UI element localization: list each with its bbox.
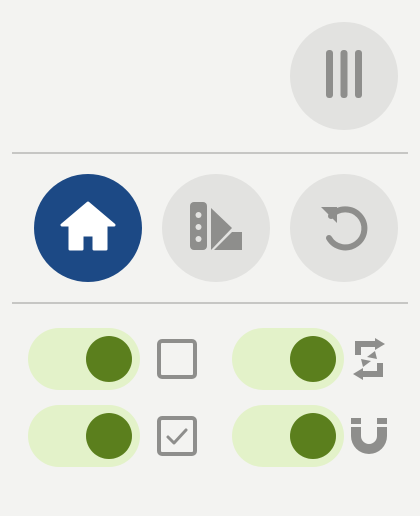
reset-button[interactable] — [290, 174, 398, 282]
checkbox-checked-icon[interactable] — [153, 412, 201, 460]
toggle-knob — [86, 413, 132, 459]
toggle-knob — [290, 413, 336, 459]
checkbox-empty-icon[interactable] — [153, 335, 201, 383]
toggle-switch-4[interactable] — [232, 405, 344, 467]
rotate-ccw-icon — [316, 198, 372, 258]
menu-button[interactable] — [290, 22, 398, 130]
home-button[interactable] — [34, 174, 142, 282]
toggle-switch-1[interactable] — [28, 328, 140, 390]
palette-button[interactable] — [162, 174, 270, 282]
swatch-palette-icon — [188, 200, 244, 256]
toggle-switch-3[interactable] — [28, 405, 140, 467]
home-icon — [59, 200, 117, 256]
top-divider — [12, 152, 408, 154]
column-menu-icon — [322, 48, 366, 104]
autorenew-icon[interactable] — [345, 335, 393, 383]
toggle-switch-2[interactable] — [232, 328, 344, 390]
middle-divider — [12, 302, 408, 304]
toggle-knob — [290, 336, 336, 382]
toggle-knob — [86, 336, 132, 382]
magnet-icon[interactable] — [345, 412, 393, 460]
control-panel — [0, 0, 420, 516]
